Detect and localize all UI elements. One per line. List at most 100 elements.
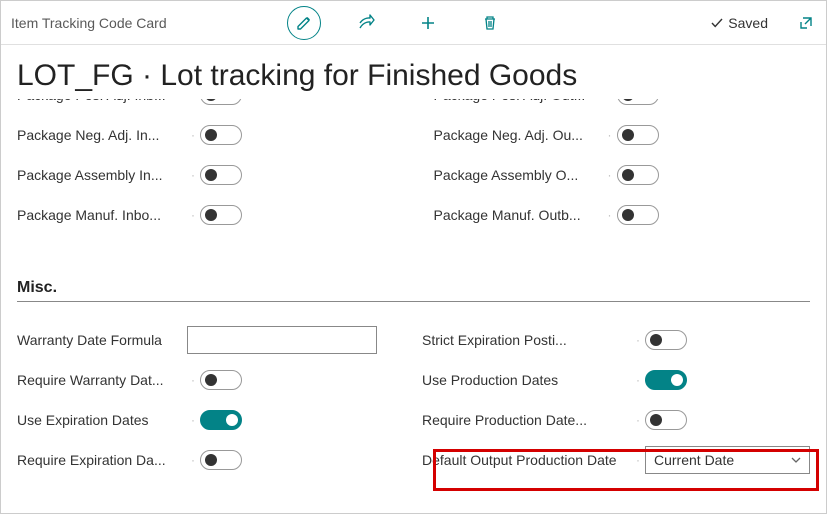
new-button[interactable] [411,6,445,40]
share-button[interactable] [349,6,383,40]
require-production-date-row: Require Production Date...· [422,400,810,440]
require-expiration-date-row: Require Expiration Da...· [17,440,382,480]
pencil-icon [296,15,312,31]
package-assembly-outbound-toggle[interactable] [617,165,659,185]
trash-icon [482,15,498,31]
strict-expiration-posting-toggle[interactable] [645,330,687,350]
action-bar [287,6,507,40]
require-warranty-date-row: Require Warranty Dat...· [17,360,382,400]
package-pos-adj-outbound-toggle[interactable] [617,99,659,105]
misc-left-column: Warranty Date Formula Require Warranty D… [17,320,382,480]
toggle-knob [205,99,217,101]
field-dots: · [632,453,645,467]
field-dots: · [187,99,200,102]
toggle-knob [205,454,217,466]
use-production-dates-label: Use Production Dates [422,372,632,388]
edit-button[interactable] [287,6,321,40]
use-production-dates-toggle[interactable] [645,370,687,390]
warranty-date-formula-input[interactable] [187,326,377,354]
toggle-knob [622,99,634,101]
field-dots: · [187,453,200,467]
section-header-misc[interactable]: Misc. [17,279,810,302]
toggle-knob [622,169,634,181]
misc-right-column: Strict Expiration Posti...·Use Productio… [422,320,810,480]
check-icon [710,16,724,30]
field-dots: · [187,413,200,427]
toggle-knob [671,374,683,386]
dropdown-value: Current Date [654,452,734,468]
package-neg-adj-outbound-label: Package Neg. Adj. Ou... [434,127,604,143]
package-neg-adj-inbound-row: Package Neg. Adj. In...· [17,115,394,155]
toggle-knob [622,129,634,141]
default-output-production-date-dropdown[interactable]: Current Date [645,446,810,474]
strict-expiration-posting-row: Strict Expiration Posti...· [422,320,810,360]
field-dots: · [632,333,645,347]
field-dots: · [187,128,200,142]
toggle-knob [622,209,634,221]
field-dots: · [604,208,617,222]
plus-icon [420,15,436,31]
strict-expiration-posting-label: Strict Expiration Posti... [422,332,632,348]
package-pos-adj-inbound-label: Package Pos. Adj. Inb... [17,99,187,103]
require-production-date-toggle[interactable] [645,410,687,430]
package-manuf-inbound-toggle[interactable] [200,205,242,225]
top-bar: Item Tracking Code Card Saved [1,1,826,45]
breadcrumb: Item Tracking Code Card [9,15,167,31]
package-assembly-outbound-label: Package Assembly O... [434,167,604,183]
field-dots: · [604,99,617,102]
package-assembly-outbound-row: Package Assembly O...· [434,155,811,195]
package-manuf-outbound-toggle[interactable] [617,205,659,225]
package-neg-adj-inbound-toggle[interactable] [200,125,242,145]
package-manuf-outbound-label: Package Manuf. Outb... [434,207,604,223]
field-dots: · [604,128,617,142]
package-pos-adj-outbound-label: Package Pos. Adj. Out... [434,99,604,103]
package-manuf-outbound-row: Package Manuf. Outb...· [434,195,811,235]
warranty-date-formula-row: Warranty Date Formula [17,320,382,360]
require-production-date-label: Require Production Date... [422,412,632,428]
package-neg-adj-outbound-toggle[interactable] [617,125,659,145]
delete-button[interactable] [473,6,507,40]
saved-indicator: Saved [710,15,768,31]
upper-left-column: Package Pos. Adj. Inb...·Package Neg. Ad… [17,99,394,235]
toggle-knob [205,169,217,181]
popout-button[interactable] [796,13,816,33]
use-expiration-dates-toggle[interactable] [200,410,242,430]
toggle-knob [650,334,662,346]
require-warranty-date-label: Require Warranty Dat... [17,372,187,388]
share-icon [357,14,375,32]
field-dots: · [604,168,617,182]
package-pos-adj-inbound-toggle[interactable] [200,99,242,105]
field-dots: · [187,373,200,387]
popout-icon [798,15,814,31]
chevron-down-icon [789,453,803,467]
default-output-production-date-label: Default Output Production Date [422,452,632,468]
toggle-knob [205,374,217,386]
field-dots: · [187,208,200,222]
use-production-dates-row: Use Production Dates· [422,360,810,400]
require-expiration-date-label: Require Expiration Da... [17,452,187,468]
toggle-knob [226,414,238,426]
package-pos-adj-outbound-row: Package Pos. Adj. Out...· [434,99,811,115]
toggle-knob [650,414,662,426]
package-manuf-inbound-row: Package Manuf. Inbo...· [17,195,394,235]
default-output-production-date-row: Default Output Production Date · Current… [422,440,810,480]
use-expiration-dates-row: Use Expiration Dates· [17,400,382,440]
warranty-date-formula-label: Warranty Date Formula [17,332,187,348]
field-dots: · [632,373,645,387]
package-assembly-inbound-toggle[interactable] [200,165,242,185]
package-neg-adj-outbound-row: Package Neg. Adj. Ou...· [434,115,811,155]
field-dots: · [632,413,645,427]
toggle-knob [205,209,217,221]
require-expiration-date-toggle[interactable] [200,450,242,470]
page-title: LOT_FG · Lot tracking for Finished Goods [1,45,826,99]
use-expiration-dates-label: Use Expiration Dates [17,412,187,428]
package-assembly-inbound-label: Package Assembly In... [17,167,187,183]
field-dots: · [187,168,200,182]
package-assembly-inbound-row: Package Assembly In...· [17,155,394,195]
package-manuf-inbound-label: Package Manuf. Inbo... [17,207,187,223]
toggle-knob [205,129,217,141]
upper-right-column: Package Pos. Adj. Out...·Package Neg. Ad… [434,99,811,235]
package-pos-adj-inbound-row: Package Pos. Adj. Inb...· [17,99,394,115]
saved-label: Saved [728,15,768,31]
require-warranty-date-toggle[interactable] [200,370,242,390]
